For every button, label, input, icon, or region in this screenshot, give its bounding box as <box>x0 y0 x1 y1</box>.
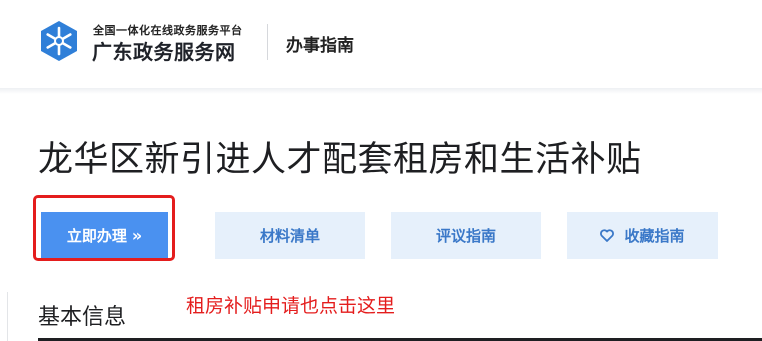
guangdong-logo-icon[interactable] <box>37 19 81 63</box>
header-shadow <box>0 88 762 94</box>
double-chevron-icon: » <box>131 226 143 245</box>
favorite-guide-button[interactable]: 收藏指南 <box>567 212 718 259</box>
nav-guide-title[interactable]: 办事指南 <box>286 31 354 56</box>
materials-list-label: 材料清单 <box>259 227 320 245</box>
content-left-rule <box>7 292 8 341</box>
site-header: 全国一体化在线政务服务平台 广东政务服务网 办事指南 <box>0 0 762 88</box>
section-title-basic-info[interactable]: 基本信息 <box>38 299 126 331</box>
review-guide-button[interactable]: 评议指南 <box>391 212 541 259</box>
apply-now-button[interactable]: 立即办理 » <box>41 212 168 259</box>
site-name[interactable]: 广东政务服务网 <box>92 36 236 65</box>
materials-list-button[interactable]: 材料清单 <box>215 212 365 259</box>
apply-now-label: 立即办理 <box>66 227 127 245</box>
page-title: 龙华区新引进人才配套租房和生活补贴 <box>38 140 642 180</box>
favorite-guide-label: 收藏指南 <box>624 227 685 245</box>
heart-icon <box>600 229 615 242</box>
annotation-text: 租房补贴申请也点击这里 <box>186 295 396 317</box>
header-divider <box>267 24 268 60</box>
review-guide-label: 评议指南 <box>435 227 496 245</box>
